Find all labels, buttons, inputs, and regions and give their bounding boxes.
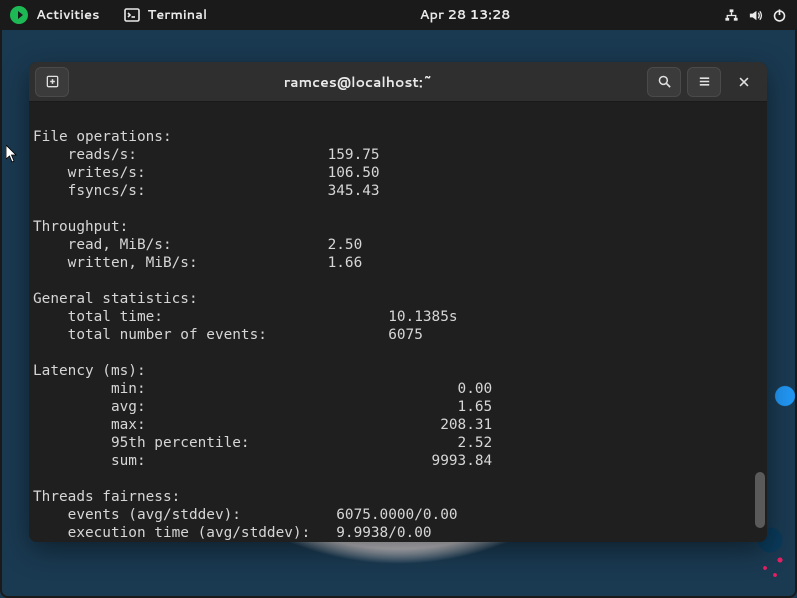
terminal-output[interactable]: File operations: reads/s: 159.75 writes/… [29,102,767,542]
term-line: total number of events: 6075 [33,327,423,343]
term-line: min: 0.00 [33,381,492,397]
window-titlebar[interactable]: ramces@localhost:~ [29,62,767,102]
term-line: reads/s: 159.75 [33,147,380,163]
app-menu-label: Terminal [148,6,208,24]
terminal-app-icon [124,7,140,23]
clock-menu[interactable]: Apr 28 13:28 [420,6,511,24]
hamburger-menu-button[interactable] [687,67,721,97]
mouse-cursor-icon [6,145,18,163]
power-icon [771,7,787,23]
term-line: sum: 9993.84 [33,453,492,469]
gnome-topbar: Activities Terminal Apr 28 13:28 [0,0,797,30]
network-wired-icon [723,7,739,23]
term-line: events (avg/stddev): 6075.0000/0.00 [33,507,458,523]
scrollbar-thumb[interactable] [755,472,765,528]
term-line: Threads fairness: [33,489,180,505]
term-line: written, MiB/s: 1.66 [33,255,362,271]
term-line: max: 208.31 [33,417,492,433]
activities-button[interactable]: Activities [10,6,100,24]
search-button[interactable] [647,67,681,97]
close-button[interactable] [727,67,761,97]
new-tab-button[interactable] [35,67,69,97]
clock-label: Apr 28 13:28 [420,6,511,24]
distro-logo-icon [10,6,28,24]
term-line: total time: 10.1385s [33,309,458,325]
term-line: avg: 1.65 [33,399,492,415]
activities-label: Activities [36,6,100,24]
term-line: writes/s: 106.50 [33,165,380,181]
status-menu[interactable] [723,7,787,23]
app-menu[interactable]: Terminal [124,6,208,24]
term-line: Latency (ms): [33,363,146,379]
term-line: General statistics: [33,291,198,307]
window-title: ramces@localhost:~ [75,72,641,92]
volume-icon [747,7,763,23]
term-line: fsyncs/s: 345.43 [33,183,380,199]
term-line: 95th percentile: 2.52 [33,435,492,451]
term-line: read, MiB/s: 2.50 [33,237,362,253]
term-line: Throughput: [33,219,128,235]
terminal-window: ramces@localhost:~ File operations: read… [29,62,767,542]
term-line: File operations: [33,129,172,145]
term-line: execution time (avg/stddev): 9.9938/0.00 [33,525,432,541]
